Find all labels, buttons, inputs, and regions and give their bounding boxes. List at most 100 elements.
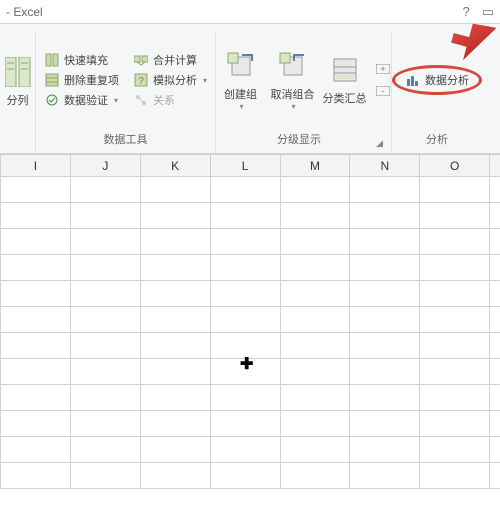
cell[interactable] — [280, 463, 350, 489]
column-header[interactable]: J — [70, 155, 140, 177]
cell[interactable] — [210, 203, 280, 229]
ungroup-button[interactable]: 取消组合 ▾ — [269, 48, 317, 113]
cell[interactable] — [1, 437, 71, 463]
cell[interactable] — [70, 255, 140, 281]
cell[interactable] — [210, 333, 280, 359]
cell[interactable] — [1, 177, 71, 203]
cell[interactable] — [140, 203, 210, 229]
cell[interactable] — [280, 333, 350, 359]
cell[interactable] — [210, 463, 280, 489]
cell[interactable] — [140, 281, 210, 307]
column-header[interactable]: L — [210, 155, 280, 177]
cell[interactable] — [70, 359, 140, 385]
cell[interactable] — [420, 411, 490, 437]
cell[interactable] — [350, 255, 420, 281]
cell[interactable] — [350, 411, 420, 437]
cell[interactable] — [490, 359, 500, 385]
cell[interactable] — [140, 255, 210, 281]
restore-icon[interactable]: ▭ — [482, 4, 494, 20]
remove-duplicates-button[interactable]: 删除重复项 — [42, 71, 121, 89]
cell[interactable] — [420, 281, 490, 307]
cell[interactable] — [490, 437, 500, 463]
column-header[interactable]: K — [140, 155, 210, 177]
column-header[interactable]: P — [490, 155, 500, 177]
cell[interactable] — [420, 437, 490, 463]
cell[interactable] — [420, 307, 490, 333]
cell[interactable] — [70, 385, 140, 411]
cell[interactable] — [70, 411, 140, 437]
cell[interactable] — [70, 177, 140, 203]
cell[interactable] — [1, 229, 71, 255]
cell[interactable] — [210, 281, 280, 307]
cell[interactable] — [140, 229, 210, 255]
cell[interactable] — [1, 359, 71, 385]
grid-table[interactable]: IJKLMNOP — [0, 154, 500, 489]
cell[interactable] — [70, 333, 140, 359]
cell[interactable] — [70, 437, 140, 463]
cell[interactable] — [1, 307, 71, 333]
cell[interactable] — [70, 229, 140, 255]
cell[interactable] — [350, 203, 420, 229]
cell[interactable] — [70, 281, 140, 307]
text-to-columns-button[interactable]: 分列 — [3, 54, 33, 110]
cell[interactable] — [70, 203, 140, 229]
cell[interactable] — [280, 359, 350, 385]
cell[interactable] — [210, 385, 280, 411]
column-header[interactable]: M — [280, 155, 350, 177]
cell[interactable] — [140, 177, 210, 203]
help-icon[interactable]: ? — [462, 4, 469, 20]
cell[interactable] — [210, 177, 280, 203]
cell[interactable] — [280, 411, 350, 437]
column-header[interactable]: O — [420, 155, 490, 177]
cell[interactable] — [420, 255, 490, 281]
cell[interactable] — [490, 177, 500, 203]
cell[interactable] — [140, 359, 210, 385]
cell[interactable] — [280, 229, 350, 255]
cell[interactable] — [490, 385, 500, 411]
cell[interactable] — [140, 437, 210, 463]
cell[interactable] — [420, 229, 490, 255]
data-validation-button[interactable]: 数据验证▾ — [42, 91, 121, 109]
cell[interactable] — [420, 333, 490, 359]
dialog-launcher-icon[interactable]: ◢ — [376, 138, 383, 149]
cell[interactable] — [140, 463, 210, 489]
hide-detail-icon[interactable]: - — [375, 83, 391, 99]
cell[interactable] — [420, 177, 490, 203]
cell[interactable] — [210, 307, 280, 333]
cell[interactable] — [280, 385, 350, 411]
cell[interactable] — [280, 307, 350, 333]
cell[interactable] — [140, 411, 210, 437]
subtotal-button[interactable]: 分类汇总 — [321, 52, 369, 108]
cell[interactable] — [490, 229, 500, 255]
spreadsheet[interactable]: IJKLMNOP ✚ — [0, 154, 500, 489]
cell[interactable] — [350, 229, 420, 255]
cell[interactable] — [210, 255, 280, 281]
whatif-button[interactable]: ? 模拟分析▾ — [131, 71, 209, 89]
cell[interactable] — [140, 385, 210, 411]
data-analysis-button[interactable]: 数据分析 — [392, 65, 482, 95]
cell[interactable] — [490, 463, 500, 489]
cell[interactable] — [350, 307, 420, 333]
cell[interactable] — [210, 437, 280, 463]
cell[interactable] — [490, 333, 500, 359]
cell[interactable] — [70, 307, 140, 333]
cell[interactable] — [350, 385, 420, 411]
cell[interactable] — [140, 307, 210, 333]
cell[interactable] — [350, 437, 420, 463]
cell[interactable] — [1, 203, 71, 229]
cell[interactable] — [1, 463, 71, 489]
cell[interactable] — [210, 359, 280, 385]
cell[interactable] — [1, 333, 71, 359]
cell[interactable] — [350, 333, 420, 359]
show-detail-icon[interactable]: + — [375, 61, 391, 77]
cell[interactable] — [420, 385, 490, 411]
cell[interactable] — [70, 463, 140, 489]
cell[interactable] — [490, 281, 500, 307]
cell[interactable] — [420, 359, 490, 385]
consolidate-button[interactable]: 合并计算 — [131, 51, 209, 69]
cell[interactable] — [1, 411, 71, 437]
cell[interactable] — [280, 203, 350, 229]
cell[interactable] — [210, 229, 280, 255]
cell[interactable] — [420, 463, 490, 489]
cell[interactable] — [140, 333, 210, 359]
